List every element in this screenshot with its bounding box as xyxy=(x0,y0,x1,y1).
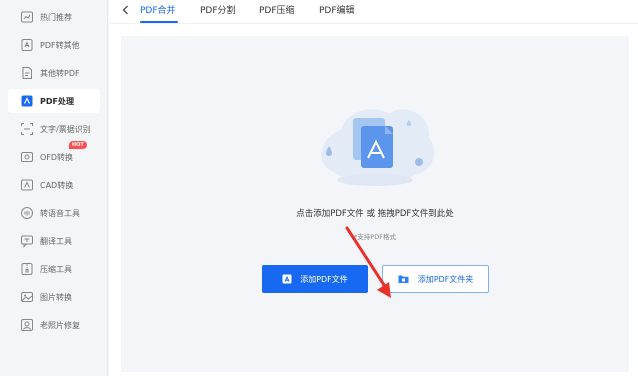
sidebar-item-label: PDF转其他 xyxy=(40,40,80,50)
ocr-icon xyxy=(20,122,34,136)
sidebar-item-image-convert[interactable]: 图片转换 xyxy=(8,285,100,309)
sidebar-item-pdf-process[interactable]: PDF处理 xyxy=(8,89,100,113)
sidebar-item-label: 压缩工具 xyxy=(40,264,72,274)
sidebar-item-label: 翻译工具 xyxy=(40,236,72,246)
photo-repair-icon xyxy=(20,318,34,332)
sidebar-item-voice-tools[interactable]: 转语音工具 xyxy=(8,201,100,225)
supported-formats-note: *支持PDF格式 xyxy=(354,233,396,241)
sidebar-item-label: 文字/票据识别 xyxy=(40,124,91,134)
sidebar-item-photo-repair[interactable]: 老照片修复 xyxy=(8,313,100,337)
sidebar-item-compress-tools[interactable]: 压缩工具 xyxy=(8,257,100,281)
app-window: 热门推荐 PDF转其他 其他转PDF PDF处理 文字/票据识别 OFD转换 H… xyxy=(0,0,638,376)
drop-zone[interactable]: 点击添加PDF文件 或 拖拽PDF文件到此处 *支持PDF格式 添加PDF文件 … xyxy=(121,36,629,372)
ofd-icon xyxy=(20,150,34,164)
sidebar-item-label: 转语音工具 xyxy=(40,208,80,218)
sidebar-item-label: OFD转换 xyxy=(40,152,74,162)
add-pdf-folder-button[interactable]: 添加PDF文件夹 xyxy=(382,265,489,293)
sidebar-item-ocr[interactable]: 文字/票据识别 xyxy=(8,117,100,141)
sidebar-item-hot-recommend[interactable]: 热门推荐 xyxy=(8,5,100,29)
to-pdf-icon xyxy=(20,66,34,80)
sidebar: 热门推荐 PDF转其他 其他转PDF PDF处理 文字/票据识别 OFD转换 H… xyxy=(0,0,108,376)
pdf-upload-illustration-icon xyxy=(321,109,435,186)
sidebar-item-cad-convert[interactable]: CAD转换 xyxy=(8,173,100,197)
sidebar-item-label: 老照片修复 xyxy=(40,320,80,330)
add-pdf-file-label: 添加PDF文件 xyxy=(300,274,348,284)
sidebar-item-label: 图片转换 xyxy=(40,292,72,302)
add-pdf-folder-label: 添加PDF文件夹 xyxy=(417,274,474,284)
sidebar-item-label: CAD转换 xyxy=(40,180,74,190)
cad-icon xyxy=(20,178,34,192)
sidebar-item-other-to-pdf[interactable]: 其他转PDF xyxy=(8,61,100,85)
drop-instruction: 点击添加PDF文件 或 拖拽PDF文件到此处 xyxy=(296,209,454,219)
add-pdf-file-button[interactable]: 添加PDF文件 xyxy=(262,265,368,293)
sidebar-item-label: 其他转PDF xyxy=(40,68,80,78)
sidebar-item-pdf-to-other[interactable]: PDF转其他 xyxy=(8,33,100,57)
folder-icon xyxy=(398,275,409,283)
back-chevron-icon[interactable] xyxy=(119,3,133,17)
image-convert-icon xyxy=(20,290,34,304)
tab-pdf-compress[interactable]: PDF压缩 xyxy=(259,3,295,16)
sidebar-item-label: PDF处理 xyxy=(40,96,74,106)
main-content: 点击添加PDF文件 或 拖拽PDF文件到此处 *支持PDF格式 添加PDF文件 … xyxy=(109,24,638,376)
tab-bar: PDF合并 PDF分割 PDF压缩 PDF编辑 xyxy=(109,0,638,24)
pdf-file-icon xyxy=(282,274,292,284)
compress-icon xyxy=(20,262,34,276)
hot-recommend-icon xyxy=(20,10,34,24)
hot-badge: HOT xyxy=(69,141,87,149)
tab-pdf-merge[interactable]: PDF合并 xyxy=(140,3,176,16)
pdf-process-icon xyxy=(20,94,34,108)
tab-pdf-edit[interactable]: PDF编辑 xyxy=(319,3,355,16)
voice-icon xyxy=(20,206,34,220)
pdf-convert-icon xyxy=(20,38,34,52)
sidebar-item-ofd-convert[interactable]: OFD转换 HOT xyxy=(8,141,100,169)
active-tab-indicator xyxy=(140,21,178,23)
translate-icon xyxy=(20,234,34,248)
sidebar-item-label: 热门推荐 xyxy=(40,12,72,22)
tab-pdf-split[interactable]: PDF分割 xyxy=(200,3,236,16)
sidebar-item-translate-tools[interactable]: 翻译工具 xyxy=(8,229,100,253)
